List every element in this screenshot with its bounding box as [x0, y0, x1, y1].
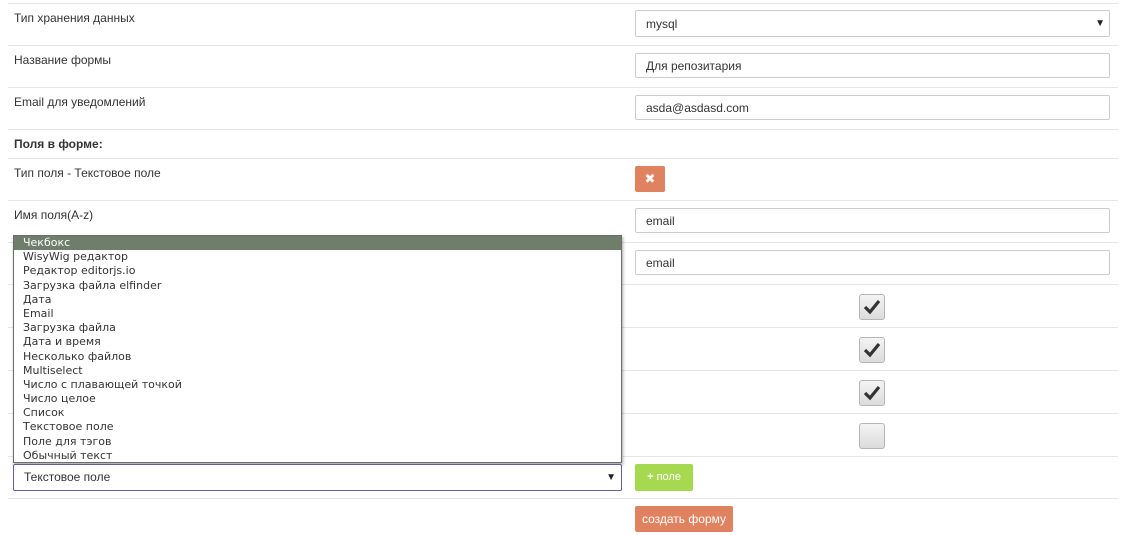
email-label: Email для уведомлений — [14, 95, 146, 109]
field-type-label: Тип поля - Текстовое поле — [14, 166, 161, 180]
caret-down-icon: ▼ — [606, 472, 616, 483]
form-name-label: Название формы — [14, 53, 112, 67]
dropdown-option[interactable]: Список — [14, 406, 621, 420]
dropdown-option[interactable]: Обычный текст — [14, 449, 621, 462]
field-type-select[interactable]: Текстовое поле ▼ — [13, 464, 622, 491]
row-divider — [8, 87, 1118, 88]
field-name-input[interactable]: email — [635, 208, 1110, 233]
field-name-label: Имя поля(A-z) — [14, 208, 94, 222]
field-option-checkbox[interactable] — [859, 294, 885, 320]
form-name-input[interactable]: Для репозитария — [635, 53, 1110, 78]
dropdown-option[interactable]: Текстовое поле — [14, 420, 621, 434]
field-type-selected-value: Текстовое поле — [24, 470, 111, 484]
row-divider — [8, 200, 1118, 201]
dropdown-option[interactable]: Чекбокс — [14, 236, 621, 251]
create-form-button[interactable]: создать форму — [635, 506, 733, 532]
plus-icon: + — [647, 471, 654, 483]
field-option-checkbox[interactable] — [859, 423, 885, 449]
row-divider — [8, 3, 1118, 4]
dropdown-option[interactable]: Email — [14, 307, 621, 321]
storage-type-value: mysql — [646, 17, 678, 31]
dropdown-option[interactable]: Поле для тэгов — [14, 435, 621, 449]
storage-type-label: Тип хранения данных — [14, 11, 135, 25]
add-field-label: поле — [656, 471, 681, 483]
dropdown-option[interactable]: Дата — [14, 293, 621, 307]
dropdown-option[interactable]: Число с плавающей точкой — [14, 378, 621, 392]
dropdown-option[interactable]: Multiselect — [14, 364, 621, 378]
delete-field-button[interactable]: ✖ — [635, 166, 665, 192]
checkmark-icon — [863, 342, 881, 358]
dropdown-option[interactable]: Загрузка файла elfinder — [14, 279, 621, 293]
field-option-checkbox[interactable] — [859, 337, 885, 363]
row-divider — [8, 45, 1118, 46]
row-divider — [8, 158, 1118, 159]
times-icon: ✖ — [644, 171, 656, 186]
field-type-dropdown-list: Чекбокс WisyWig редактор Редактор editorjs… — [13, 235, 622, 463]
dropdown-option[interactable]: WisyWig редактор — [14, 250, 621, 264]
dropdown-option[interactable]: Несколько файлов — [14, 350, 621, 364]
field-option-checkbox[interactable] — [859, 380, 885, 406]
caret-down-icon: ▼ — [1095, 18, 1105, 29]
row-divider — [8, 498, 1118, 499]
dropdown-option[interactable]: Дата и время — [14, 335, 621, 349]
storage-type-select[interactable]: mysql ▼ — [635, 10, 1110, 37]
dropdown-option[interactable]: Редактор editorjs.io — [14, 264, 621, 278]
row-divider — [8, 129, 1118, 130]
add-field-button[interactable]: + поле — [635, 464, 693, 491]
email-input[interactable]: asda@asdasd.com — [635, 95, 1110, 120]
checkmark-icon — [863, 299, 881, 315]
fields-heading: Поля в форме: — [14, 137, 103, 151]
field-title-input[interactable]: email — [635, 250, 1110, 275]
dropdown-option[interactable]: Число целое — [14, 392, 621, 406]
dropdown-option[interactable]: Загрузка файла — [14, 321, 621, 335]
checkmark-icon — [863, 385, 881, 401]
